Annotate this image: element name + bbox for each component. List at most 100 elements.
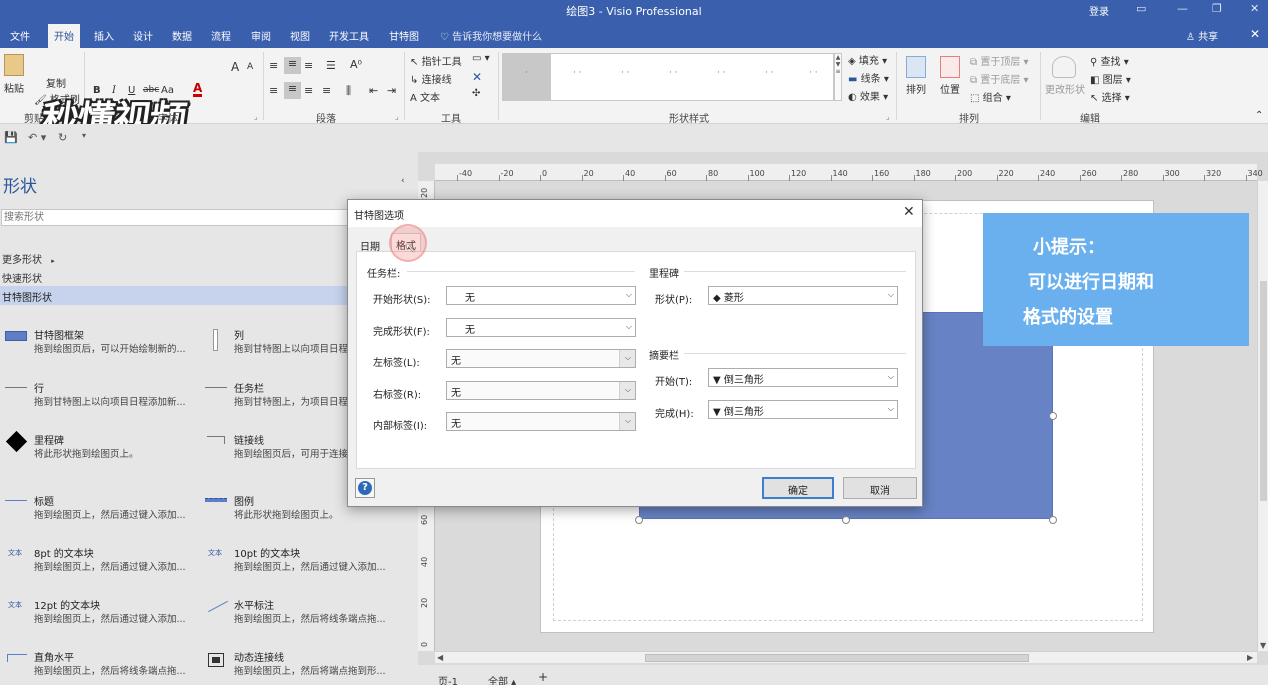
selection-handle[interactable] (842, 516, 850, 524)
connection-point-icon[interactable]: ✣ (472, 88, 480, 99)
scroll-down-icon[interactable]: ▼ (1260, 641, 1266, 650)
shape-12pt-text[interactable]: 文本 12pt 的文本块 拖到绘图页上，然后通过键入添加... (0, 597, 200, 637)
selection-handle[interactable] (1049, 516, 1057, 524)
shape-8pt-text[interactable]: 文本 8pt 的文本块 拖到绘图页上，然后通过键入添加... (0, 545, 200, 585)
font-color-button[interactable]: A (193, 82, 203, 97)
delete-x-icon[interactable]: ✕ (472, 70, 482, 84)
strikethrough-button[interactable]: abc (143, 85, 159, 95)
undo-icon[interactable]: ↶ ▾ (28, 131, 46, 144)
align-right-icon[interactable]: ≡ (304, 84, 313, 97)
style-swatch[interactable]: · (525, 68, 528, 78)
ribbon-close-icon[interactable]: ✕ (1250, 27, 1260, 41)
inside-label-select[interactable]: 无 ⌵ (446, 412, 636, 431)
arrange-button[interactable]: 排列 (906, 81, 926, 96)
shape-style-gallery[interactable]: · · · · · · · · · · · · · (502, 53, 834, 101)
tab-process[interactable]: 流程 (211, 28, 231, 43)
cancel-button[interactable]: 取消 (843, 477, 917, 499)
collapse-ribbon-icon[interactable]: ⌃ (1255, 110, 1263, 121)
tab-design[interactable]: 设计 (133, 28, 153, 43)
style-swatch[interactable]: · · (765, 68, 774, 78)
shape-horizontal-callout[interactable]: 水平标注 拖到绘图页上，然后将线条端点拖... (200, 597, 400, 637)
tab-gantt[interactable]: 甘特图 (389, 28, 419, 43)
close-icon[interactable]: ✕ (903, 204, 915, 220)
all-pages-tab[interactable]: 全部 ▴ (488, 673, 516, 685)
paste-icon[interactable] (4, 54, 24, 76)
horizontal-scrollbar[interactable]: ◀ ▶ (435, 651, 1257, 663)
align-center-icon[interactable]: ≡ (284, 82, 301, 99)
help-button[interactable]: ? (355, 478, 375, 498)
more-shapes-link[interactable]: 更多形状 ▸ (2, 251, 55, 266)
shape-right-angle[interactable]: 直角水平 拖到绘图页上，然后将线条端点拖... (0, 649, 200, 685)
text-direction-icon[interactable]: A⁰ (350, 58, 362, 71)
shape-10pt-text[interactable]: 文本 10pt 的文本块 拖到绘图页上，然后通过键入添加... (200, 545, 400, 585)
tab-review[interactable]: 审阅 (251, 28, 271, 43)
align-left-icon[interactable]: ≡ (269, 84, 278, 97)
pointer-tool-button[interactable]: ↖ 指针工具 (410, 53, 462, 68)
start-shape-select[interactable]: 无 ⌵ (446, 286, 636, 305)
share-button[interactable]: ♙ 共享 (1186, 28, 1218, 43)
ribbon-display-icon[interactable]: ▭ (1136, 2, 1146, 15)
tab-view[interactable]: 视图 (290, 28, 310, 43)
group-button[interactable]: ⬚ 组合 ▾ (970, 89, 1011, 104)
style-swatch[interactable]: · · (809, 68, 818, 78)
paragraph-launcher-icon[interactable]: ⌟ (395, 112, 399, 121)
left-label-select[interactable]: 无 ⌵ (446, 349, 636, 368)
connector-button[interactable]: ↳ 连接线 (410, 71, 452, 86)
change-case-button[interactable]: Aa (161, 85, 174, 96)
bold-button[interactable]: B (93, 85, 101, 96)
shape-dynamic-connector[interactable]: 动态连接线 拖到绘图页上，然后将端点拖到形... (200, 649, 400, 685)
quick-shapes-link[interactable]: 快速形状 (2, 270, 42, 285)
arrange-icon[interactable] (906, 56, 926, 78)
shape-gantt-frame[interactable]: 甘特图框架 拖到绘图页后，可以开始绘制新的... (0, 327, 200, 367)
shape-title[interactable]: 标题 拖到绘图页上，然后通过键入添加... (0, 493, 200, 533)
tell-me-box[interactable]: ♡ 告诉我你想要做什么 (440, 28, 542, 43)
customize-qat-icon[interactable]: ▾ (82, 131, 86, 140)
underline-button[interactable]: U (128, 85, 135, 96)
milestone-shape-select[interactable]: ◆ 菱形 ⌵ (708, 286, 898, 305)
vertical-scrollbar[interactable]: ▼ (1257, 181, 1268, 651)
style-swatch[interactable]: · · (573, 68, 582, 78)
close-icon[interactable]: ✕ (1250, 2, 1259, 15)
justify-icon[interactable]: ≡ (322, 84, 331, 97)
gallery-scroll[interactable]: ▲ ▼ ≡ (834, 53, 842, 101)
fill-button[interactable]: ◈ 填充 ▾ (848, 52, 887, 67)
paste-button[interactable]: 粘贴 (4, 80, 24, 95)
redo-icon[interactable]: ↻ (58, 131, 67, 144)
effects-button[interactable]: ◐ 效果 ▾ (848, 88, 888, 103)
summary-finish-select[interactable]: ▼ 倒三角形 ⌵ (708, 400, 898, 419)
select-button[interactable]: ↖ 选择 ▾ (1090, 89, 1130, 104)
grow-font-button[interactable]: A (231, 60, 239, 74)
send-to-back-button[interactable]: ⧉ 置于底层 ▾ (970, 71, 1029, 86)
bring-to-front-button[interactable]: ⧉ 置于顶层 ▾ (970, 53, 1029, 68)
shape-row[interactable]: 行 拖到甘特图上以向项目日程添加新... (0, 380, 200, 420)
decrease-indent-icon[interactable]: ⇤ (369, 84, 378, 97)
scroll-right-icon[interactable]: ▶ (1247, 653, 1253, 662)
ok-button[interactable]: 确定 (762, 477, 834, 499)
layers-button[interactable]: ◧ 图层 ▾ (1090, 71, 1131, 86)
right-label-select[interactable]: 无 ⌵ (446, 381, 636, 400)
page-tab-1[interactable]: 页-1 (438, 673, 458, 685)
find-button[interactable]: ⚲ 查找 ▾ (1090, 53, 1129, 68)
shrink-font-button[interactable]: A (247, 62, 253, 72)
align-bottom-icon[interactable]: ≡ (304, 59, 313, 72)
tab-developer[interactable]: 开发工具 (329, 28, 369, 43)
finish-shape-select[interactable]: 无 ⌵ (446, 318, 636, 337)
selection-handle[interactable] (1049, 412, 1057, 420)
save-icon[interactable]: 💾 (4, 131, 18, 144)
tab-file[interactable]: 文件 (10, 28, 30, 43)
style-swatch[interactable]: · · (669, 68, 678, 78)
position-button[interactable]: 位置 (940, 81, 960, 96)
align-middle-icon[interactable]: ≡ (284, 57, 301, 74)
restore-icon[interactable]: ❐ (1212, 2, 1222, 15)
style-swatch[interactable]: · · (621, 68, 630, 78)
shape-styles-launcher-icon[interactable]: ⌟ (886, 112, 890, 121)
copy-button[interactable]: 复制 (46, 75, 66, 90)
change-shape-icon[interactable] (1052, 56, 1076, 78)
login-link[interactable]: 登录 (1089, 3, 1109, 18)
scroll-left-icon[interactable]: ◀ (437, 653, 443, 662)
scroll-thumb[interactable] (1260, 281, 1267, 501)
column-spacing-icon[interactable]: ⫼ (346, 84, 351, 98)
position-icon[interactable] (940, 56, 960, 78)
minimize-icon[interactable]: — (1177, 2, 1188, 15)
add-page-button[interactable]: + (538, 670, 548, 684)
